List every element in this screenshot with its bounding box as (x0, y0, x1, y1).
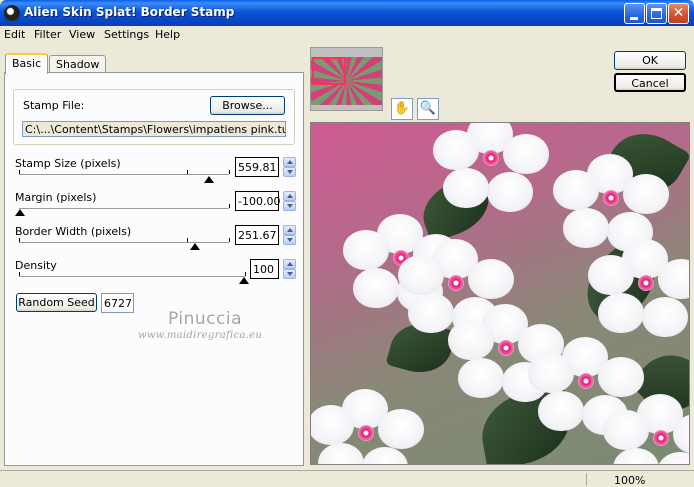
maximize-button[interactable] (646, 3, 667, 24)
border-width-label: Border Width (pixels) (15, 225, 132, 238)
app-logo-icon (4, 5, 20, 21)
minimize-button[interactable] (624, 3, 645, 24)
slider-tick (19, 170, 20, 174)
border-width-input[interactable]: 251.67 (235, 225, 279, 245)
ok-button[interactable]: OK (614, 51, 686, 70)
margin-input[interactable]: -100.00 (235, 191, 280, 211)
spin-down-icon[interactable] (283, 201, 296, 211)
slider-tick (19, 238, 20, 242)
stamp-file-label: Stamp File: (23, 99, 85, 112)
title-bar[interactable]: Alien Skin Splat! Border Stamp ✕ (0, 0, 694, 26)
menu-view[interactable]: View (69, 28, 95, 41)
margin-slider[interactable] (19, 208, 229, 210)
spin-up-icon[interactable] (283, 191, 296, 201)
close-icon: ✕ (672, 5, 685, 21)
border-width-slider-thumb[interactable] (190, 243, 200, 250)
preview-canvas[interactable] (310, 122, 690, 465)
browse-button[interactable]: Browse... (210, 96, 285, 115)
stamp-file-path: C:\...\Content\Stamps\Flowers\impatiens … (22, 121, 286, 137)
slider-tick (229, 238, 230, 242)
zoom-level: 100% (614, 474, 646, 487)
preview-navigator[interactable] (310, 47, 383, 111)
tab-basic[interactable]: Basic (5, 53, 49, 74)
slider-tick (187, 170, 188, 174)
watermark-url: www.maidiregrafica.eu (138, 330, 263, 341)
spin-down-icon[interactable] (283, 235, 296, 245)
slider-tick (245, 272, 246, 276)
status-separator (586, 473, 587, 486)
density-spinner[interactable] (283, 259, 296, 279)
menu-help[interactable]: Help (155, 28, 180, 41)
menu-bar: Edit Filter View Settings Help (0, 26, 694, 45)
menu-edit[interactable]: Edit (4, 28, 25, 41)
app-window: Alien Skin Splat! Border Stamp ✕ Edit Fi… (0, 0, 694, 487)
status-bar: 100% (0, 470, 694, 487)
slider-tick (187, 238, 188, 242)
slider-tick (229, 170, 230, 174)
stamp-size-label: Stamp Size (pixels) (15, 157, 121, 170)
margin-label: Margin (pixels) (15, 191, 97, 204)
density-label: Density (15, 259, 57, 272)
window-title: Alien Skin Splat! Border Stamp (24, 5, 235, 19)
magnifier-icon: 🔍 (419, 101, 437, 116)
minimize-icon (630, 17, 638, 20)
spin-down-icon[interactable] (283, 167, 296, 177)
navigator-viewport-frame[interactable] (312, 57, 346, 85)
zoom-tool-button[interactable]: 🔍 (417, 98, 439, 120)
density-slider[interactable] (19, 276, 245, 278)
margin-spinner[interactable] (283, 191, 296, 211)
hand-tool-button[interactable]: ✋ (391, 98, 413, 120)
random-seed-button[interactable]: Random Seed (16, 293, 97, 312)
menu-settings[interactable]: Settings (104, 28, 149, 41)
menu-filter[interactable]: Filter (34, 28, 61, 41)
spin-up-icon[interactable] (283, 259, 296, 269)
density-slider-thumb[interactable] (239, 277, 249, 284)
watermark-name: Pinuccia (168, 309, 242, 329)
spin-up-icon[interactable] (283, 225, 296, 235)
density-input[interactable]: 100 (250, 259, 279, 279)
spin-up-icon[interactable] (283, 157, 296, 167)
slider-tick (229, 204, 230, 208)
stamp-size-input[interactable]: 559.81 (235, 157, 279, 177)
margin-slider-thumb[interactable] (15, 209, 25, 216)
cancel-button[interactable]: Cancel (614, 73, 686, 92)
stamp-size-slider[interactable] (19, 174, 229, 176)
spin-down-icon[interactable] (283, 269, 296, 279)
border-width-spinner[interactable] (283, 225, 296, 245)
stamp-size-slider-thumb[interactable] (204, 176, 214, 183)
hand-icon: ✋ (393, 101, 411, 116)
slider-tick (19, 272, 20, 276)
stamp-size-spinner[interactable] (283, 157, 296, 177)
random-seed-input[interactable]: 6727 (101, 293, 134, 313)
close-button[interactable]: ✕ (668, 3, 689, 24)
maximize-icon (651, 8, 662, 19)
